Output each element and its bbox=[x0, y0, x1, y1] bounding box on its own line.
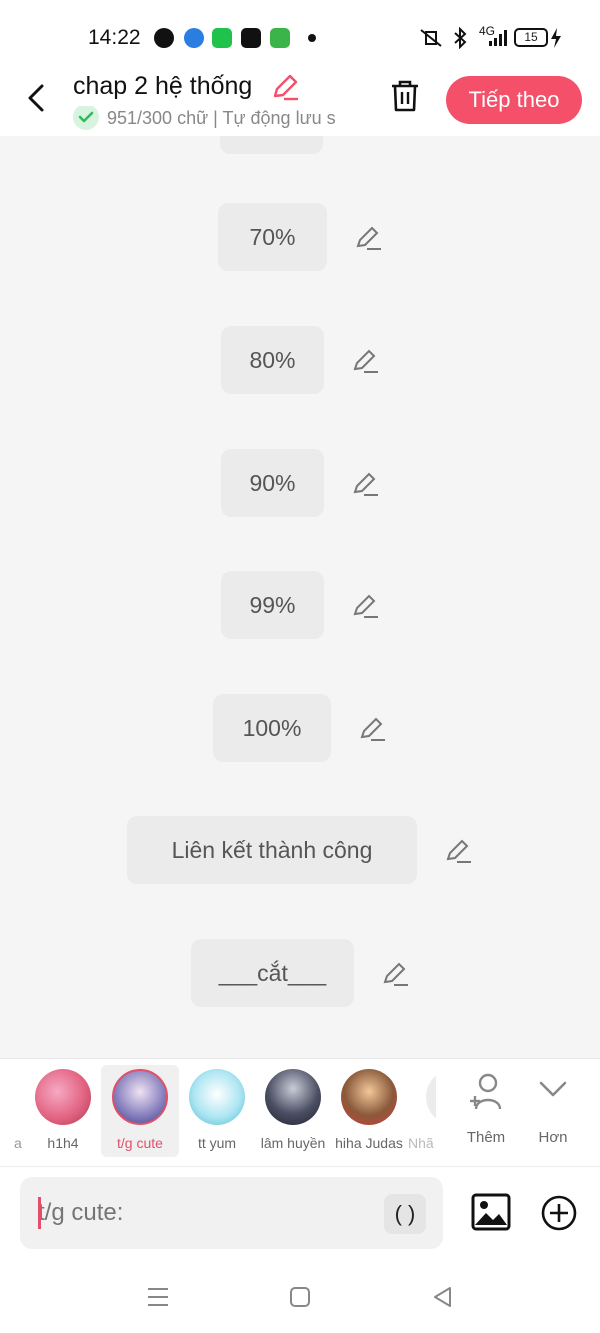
add-character-button[interactable]: Thêm bbox=[456, 1071, 516, 1161]
story-content[interactable]: 70% 80% 90% 99% 100% Liên kết thành công… bbox=[0, 136, 600, 1058]
add-character-label: Thêm bbox=[466, 1129, 506, 1146]
character-bar: a h1h4 t/g cute tt yum lâm huyền hiha Ju… bbox=[0, 1058, 600, 1166]
shopee-icon bbox=[241, 28, 261, 48]
bluetooth-icon bbox=[454, 27, 467, 49]
character-name: Nhã bbox=[408, 1135, 434, 1151]
check-icon bbox=[73, 106, 99, 130]
edit-block-icon[interactable] bbox=[445, 837, 473, 865]
back-triangle-icon[interactable] bbox=[430, 1284, 456, 1310]
editor-header: chap 2 hệ thống 951/300 chữ | Tự động lư… bbox=[0, 70, 600, 136]
composer-bar: ( ) bbox=[0, 1166, 600, 1260]
chat-app-icon bbox=[270, 28, 290, 48]
character-item[interactable]: lâm huyền bbox=[254, 1059, 332, 1155]
character-name: hiha Judas bbox=[335, 1135, 403, 1151]
messenger-icon bbox=[154, 28, 174, 48]
battery-indicator: 15 bbox=[514, 28, 548, 47]
word-count-text: 951/300 chữ | Tự động lưu s bbox=[107, 107, 336, 128]
add-circle-icon[interactable] bbox=[541, 1195, 577, 1231]
avatar bbox=[426, 1069, 436, 1125]
character-item[interactable]: tt yum bbox=[178, 1059, 256, 1155]
character-name: tt yum bbox=[197, 1135, 237, 1151]
character-name: h1h4 bbox=[47, 1135, 79, 1151]
text-block[interactable]: Liên kết thành công bbox=[127, 816, 417, 884]
menu-icon[interactable] bbox=[145, 1284, 171, 1310]
parentheses-button[interactable]: ( ) bbox=[384, 1194, 426, 1234]
add-person-icon bbox=[470, 1073, 502, 1110]
edit-block-icon[interactable] bbox=[352, 470, 380, 498]
character-item[interactable]: h1h4 bbox=[24, 1059, 102, 1155]
expand-label: Hơn bbox=[538, 1129, 568, 1146]
status-time: 14:22 bbox=[88, 26, 141, 49]
avatar bbox=[265, 1069, 321, 1125]
image-icon[interactable] bbox=[471, 1193, 511, 1231]
back-arrow-icon[interactable] bbox=[22, 80, 52, 116]
edit-block-icon[interactable] bbox=[359, 715, 387, 743]
text-block[interactable]: ___cắt___ bbox=[191, 939, 354, 1007]
word-count-status: 951/300 chữ | Tự động lưu s bbox=[73, 106, 363, 132]
text-block[interactable]: 99% bbox=[221, 571, 324, 639]
app-icon-blue bbox=[184, 28, 204, 48]
avatar bbox=[341, 1069, 397, 1125]
edit-block-icon[interactable] bbox=[352, 592, 380, 620]
mute-vibrate-icon bbox=[420, 29, 442, 47]
edit-block-icon[interactable] bbox=[382, 960, 410, 988]
text-block[interactable]: 100% bbox=[213, 694, 331, 762]
chevron-down-icon bbox=[539, 1081, 567, 1097]
charging-icon bbox=[551, 28, 561, 48]
edit-title-icon[interactable] bbox=[270, 72, 300, 102]
text-block[interactable]: 90% bbox=[221, 449, 324, 517]
home-icon[interactable] bbox=[287, 1284, 313, 1310]
app-icon-green bbox=[212, 28, 232, 48]
text-cursor bbox=[38, 1197, 41, 1229]
dot-icon bbox=[308, 34, 316, 42]
chapter-title[interactable]: chap 2 hệ thống bbox=[73, 72, 252, 101]
character-item[interactable]: hiha Judas bbox=[330, 1059, 408, 1155]
avatar bbox=[35, 1069, 91, 1125]
character-name: t/g cute bbox=[117, 1135, 163, 1151]
system-nav-bar bbox=[0, 1260, 600, 1333]
text-block[interactable]: 80% bbox=[221, 326, 324, 394]
edit-block-icon[interactable] bbox=[355, 224, 383, 252]
character-item-selected[interactable]: t/g cute bbox=[101, 1065, 179, 1157]
trash-icon[interactable] bbox=[388, 78, 422, 114]
avatar bbox=[189, 1069, 245, 1125]
avatar bbox=[112, 1069, 168, 1125]
character-name: lâm huyền bbox=[260, 1135, 326, 1151]
text-block-partial[interactable] bbox=[220, 136, 323, 154]
edit-block-icon[interactable] bbox=[352, 347, 380, 375]
status-bar: 14:22 4G 15 bbox=[0, 0, 600, 70]
signal-icon bbox=[489, 30, 507, 46]
message-input[interactable] bbox=[20, 1177, 443, 1249]
next-button[interactable]: Tiếp theo bbox=[446, 76, 582, 124]
expand-button[interactable]: Hơn bbox=[523, 1071, 583, 1161]
text-block[interactable]: 70% bbox=[218, 203, 327, 271]
character-item-partial[interactable]: Nhã bbox=[402, 1059, 436, 1155]
